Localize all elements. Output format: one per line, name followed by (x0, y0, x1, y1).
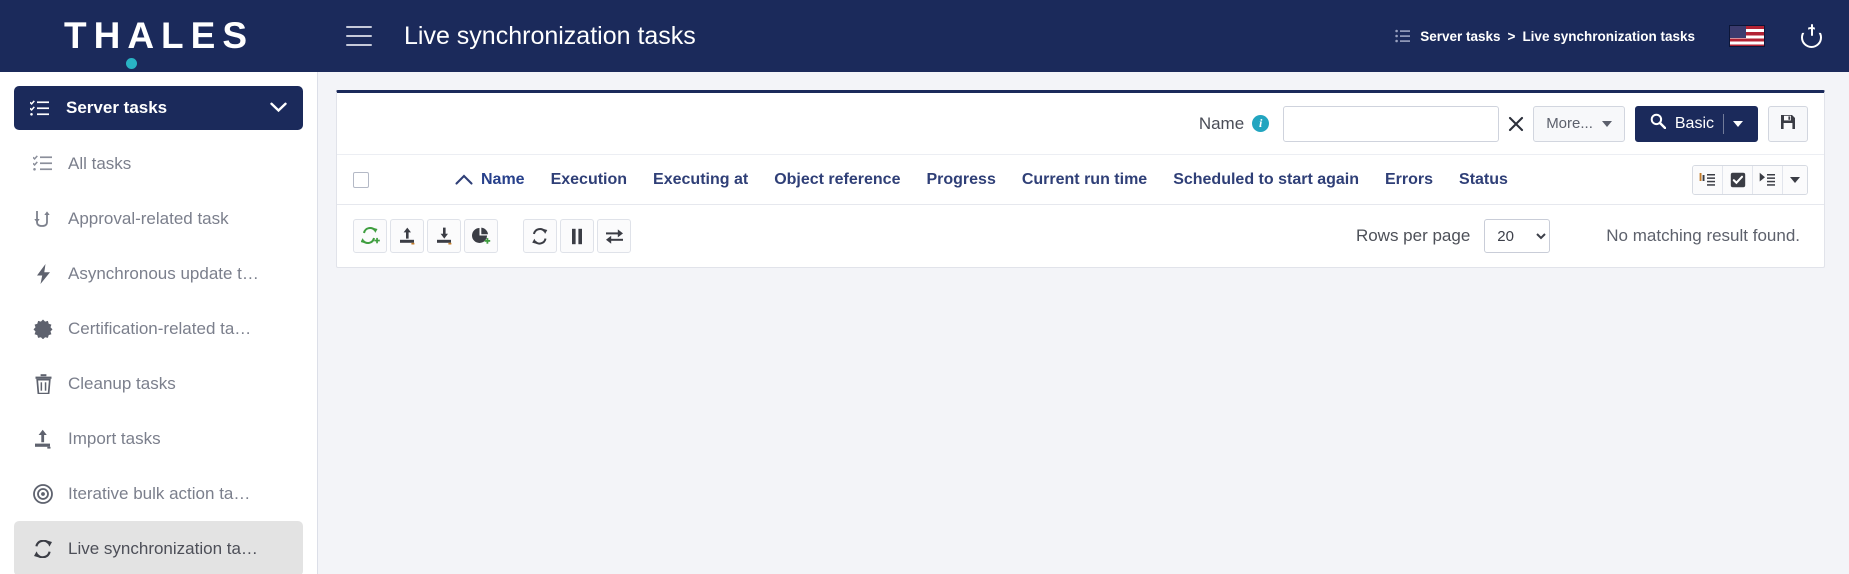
sidebar-item-cleanup-tasks[interactable]: Cleanup tasks (14, 356, 303, 411)
sidebar-item-label: All tasks (68, 153, 132, 173)
list-icon (1395, 29, 1411, 43)
breadcrumb-separator: > (1507, 28, 1516, 44)
column-header-status[interactable]: Status (1459, 171, 1508, 189)
table-header-tools (1692, 164, 1808, 195)
lightning-bolt-icon (30, 263, 56, 284)
certificate-badge-icon (30, 319, 56, 339)
table-toolbar-row: Rows per page 20 No matching result foun… (337, 205, 1824, 267)
select-all-checkbox[interactable] (353, 171, 369, 188)
transfer-arrows-icon[interactable] (597, 219, 631, 253)
sync-add-icon[interactable] (353, 219, 387, 253)
breadcrumb: Server tasks > Live synchronization task… (1420, 29, 1695, 44)
column-header-progress[interactable]: Progress (926, 171, 995, 189)
search-input[interactable] (1283, 105, 1500, 142)
chevron-down-icon (270, 98, 287, 118)
sidebar-item-iterative-bulk-action-tasks[interactable]: Iterative bulk action ta… (14, 466, 303, 521)
sync-arrows-icon (30, 539, 56, 558)
info-icon[interactable]: i (1252, 115, 1270, 132)
run-list-icon[interactable] (1753, 165, 1783, 194)
approval-arrows-icon (30, 209, 56, 229)
sidebar-item-import-tasks[interactable]: Import tasks (14, 411, 303, 466)
more-filters-label: More... (1546, 115, 1593, 132)
sidebar-header-label: Server tasks (66, 98, 168, 117)
column-header-errors[interactable]: Errors (1385, 171, 1433, 189)
toolbar-group-primary (353, 219, 501, 253)
sidebar-item-label: Cleanup tasks (68, 373, 176, 393)
sidebar-item-label: Approval-related task (68, 208, 229, 228)
power-icon[interactable] (1799, 23, 1825, 49)
button-divider (1723, 113, 1724, 134)
sidebar-item-asynchronous-update-tasks[interactable]: Asynchronous update t… (14, 246, 303, 301)
column-header-name[interactable]: Name (481, 171, 525, 189)
name-filter-label-group: Name i (1198, 113, 1270, 134)
table-header-row: Name Execution Executing at Object refer… (337, 155, 1824, 205)
breadcrumb-current: Live synchronization tasks (1522, 28, 1695, 44)
checklist-icon (30, 99, 52, 117)
sidebar-item-label: Asynchronous update t… (68, 263, 259, 283)
checkbox-checked-icon[interactable] (1723, 165, 1753, 194)
sidebar-item-label: Iterative bulk action ta… (68, 483, 251, 503)
empty-result-message: No matching result found. (1606, 226, 1800, 245)
sidebar-item-live-synchronization-tasks[interactable]: Live synchronization ta… (14, 521, 303, 574)
column-header-execution[interactable]: Execution (551, 171, 627, 189)
chevron-down-icon[interactable] (1783, 165, 1807, 194)
page-title: Live synchronization tasks (404, 21, 696, 50)
list-icon-svg (1395, 29, 1411, 43)
header-right-group: Server tasks > Live synchronization task… (1395, 23, 1849, 49)
refresh-sync-icon[interactable] (523, 219, 557, 253)
search-icon (1650, 113, 1667, 134)
import-upload-icon (30, 429, 56, 449)
column-config-icon[interactable] (1693, 165, 1723, 194)
main-content: Name i More... Basic Name Execution Exec… (318, 72, 1849, 574)
sidebar: Server tasks All tasks Approval-related … (0, 72, 318, 574)
search-filter-row: Name i More... Basic (337, 93, 1824, 155)
top-header-bar: THALES Live synchronization tasks Server… (0, 0, 1849, 72)
checklist-icon (30, 155, 56, 172)
column-header-object-reference[interactable]: Object reference (774, 171, 900, 189)
sidebar-item-label: Import tasks (68, 428, 161, 448)
chevron-down-icon[interactable] (1733, 120, 1743, 127)
target-circles-icon (30, 483, 56, 504)
sidebar-header-server-tasks[interactable]: Server tasks (14, 86, 303, 130)
teal-dot-icon (126, 58, 137, 69)
trash-icon (30, 373, 56, 394)
column-header-scheduled-to-start-again[interactable]: Scheduled to start again (1173, 171, 1359, 189)
hamburger-icon[interactable] (346, 26, 372, 46)
chevron-down-icon (1601, 120, 1612, 127)
brand-logo-text: THALES (64, 15, 254, 56)
sidebar-item-label: Live synchronization ta… (68, 538, 258, 558)
floppy-disk-save-icon (1780, 114, 1796, 134)
sidebar-item-certification-related-tasks[interactable]: Certification-related ta… (14, 301, 303, 356)
us-flag-icon[interactable] (1729, 25, 1765, 47)
export-download-icon[interactable] (427, 219, 461, 253)
sidebar-item-all-tasks[interactable]: All tasks (14, 136, 303, 191)
column-header-executing-at[interactable]: Executing at (653, 171, 748, 189)
toolbar-group-secondary (523, 219, 634, 253)
column-header-current-run-time[interactable]: Current run time (1022, 171, 1147, 189)
brand-logo[interactable]: THALES (0, 0, 318, 72)
basic-search-label: Basic (1674, 114, 1714, 132)
breadcrumb-parent[interactable]: Server tasks (1420, 29, 1500, 44)
pagination-controls: Rows per page 20 No matching result foun… (1356, 219, 1808, 253)
close-x-icon[interactable] (1499, 106, 1533, 142)
sidebar-item-label: Certification-related ta… (68, 318, 252, 338)
sidebar-item-approval-related-task[interactable]: Approval-related task (14, 191, 303, 246)
pause-icon[interactable] (560, 219, 594, 253)
tasks-panel: Name i More... Basic Name Execution Exec… (336, 90, 1825, 268)
name-filter-label: Name (1198, 113, 1245, 133)
basic-search-button[interactable]: Basic (1634, 105, 1758, 142)
import-upload-icon[interactable] (390, 219, 424, 253)
rows-per-page-label: Rows per page (1355, 226, 1471, 245)
rows-per-page-select[interactable]: 20 (1484, 219, 1551, 253)
pie-chart-add-icon[interactable] (464, 219, 498, 253)
save-search-button[interactable] (1768, 105, 1808, 142)
sort-ascending-caret-icon[interactable] (455, 170, 473, 190)
more-filters-button[interactable]: More... (1533, 105, 1625, 142)
